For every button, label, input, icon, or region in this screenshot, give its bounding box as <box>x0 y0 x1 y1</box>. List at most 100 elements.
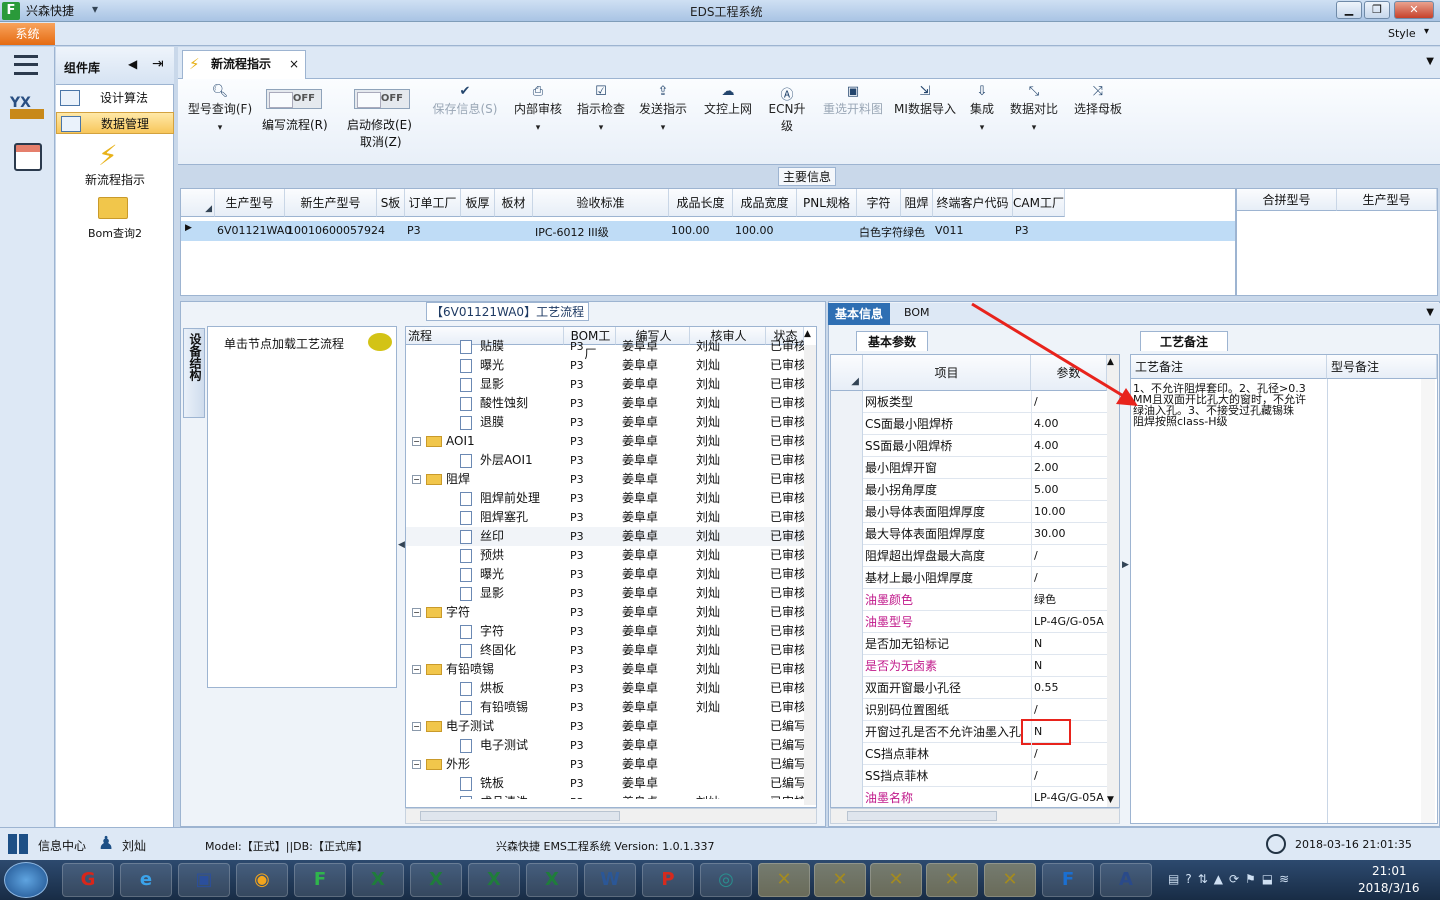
tree-row[interactable]: 烘板 P3 姜阜卓 刘灿 已审核 <box>406 679 804 698</box>
tree-row[interactable]: − 电子测试 P3 姜阜卓 已编写 <box>406 717 804 736</box>
column-header[interactable]: 成品宽度 <box>733 189 797 217</box>
tree-row[interactable]: − 有铅喷锡 P3 姜阜卓 刘灿 已审核 <box>406 660 804 679</box>
param-row[interactable]: 油墨型号 LP-4G/G-05A <box>831 611 1107 633</box>
column-header[interactable]: 终端客户代码 <box>933 189 1013 217</box>
equipment-side-tab[interactable]: 设备结构 <box>183 328 205 418</box>
column-header[interactable]: 阻焊 <box>901 189 933 217</box>
calculator-icon[interactable] <box>14 143 42 171</box>
param-value[interactable]: / <box>1031 567 1107 589</box>
row-selector[interactable] <box>831 479 863 501</box>
param-row[interactable]: 阻焊超出焊盘最大高度 / <box>831 545 1107 567</box>
column-header[interactable]: 新生产型号 <box>285 189 377 217</box>
system-menu-button[interactable]: 系统 <box>0 23 55 45</box>
column-header[interactable]: 订单工厂 <box>405 189 461 217</box>
collapse-icon[interactable]: − <box>412 437 421 446</box>
chevron-down-icon[interactable]: ▾ <box>637 123 689 133</box>
factory-yx-icon[interactable]: YX <box>10 95 44 127</box>
column-header[interactable]: 成品长度 <box>669 189 733 217</box>
app-x-icon[interactable]: ✕ <box>926 863 978 897</box>
hamburger-menu-icon[interactable] <box>14 55 38 75</box>
ie-icon[interactable]: e <box>120 863 172 897</box>
tree-row[interactable]: 有铅喷锡 P3 姜阜卓 刘灿 已审核 <box>406 698 804 717</box>
row-selector[interactable] <box>831 743 863 765</box>
query-button[interactable]: 🔍︎ 型号查询(F) ▾ <box>184 84 256 133</box>
app-f-icon[interactable]: F <box>294 863 346 897</box>
param-value[interactable]: 10.00 <box>1031 501 1107 523</box>
param-value[interactable]: 2.00 <box>1031 457 1107 479</box>
param-row[interactable]: SS面最小阻焊桥 4.00 <box>831 435 1107 457</box>
chevron-down-icon[interactable]: ▾ <box>967 123 997 133</box>
column-header[interactable]: 验收标准 <box>533 189 669 217</box>
tree-row[interactable]: − 外形 P3 姜阜卓 已编写 <box>406 755 804 774</box>
app-x-icon[interactable]: ✕ <box>984 863 1036 897</box>
toolbar-button-shuffle[interactable]: ⤨ 选择母板 <box>1073 84 1123 117</box>
param-row[interactable]: 最大导体表面阻焊厚度 30.00 <box>831 523 1107 545</box>
param-value[interactable]: 0.55 <box>1031 677 1107 699</box>
tree-row[interactable]: 成品清洗 P3 姜阜卓 刘灿 已审核 <box>406 793 804 799</box>
word-icon[interactable]: W <box>584 863 636 897</box>
collapse-icon[interactable]: − <box>412 665 421 674</box>
row-selector[interactable] <box>831 787 863 807</box>
new-flow-icon[interactable]: ⚡ <box>98 139 118 172</box>
tab-close-icon[interactable]: × <box>289 51 299 78</box>
param-row[interactable]: 开窗过孔是否不允许油墨入孔 N <box>831 719 1107 745</box>
param-value[interactable]: LP-4G/G-05A <box>1031 611 1107 633</box>
param-row[interactable]: 是否加无铅标记 N <box>831 633 1107 655</box>
foxmail-icon[interactable]: F <box>1042 863 1094 897</box>
column-header[interactable]: 板厚 <box>461 189 495 217</box>
row-selector[interactable] <box>831 699 863 721</box>
tree-row[interactable]: 丝印 P3 姜阜卓 刘灿 已审核 <box>406 527 804 546</box>
app-x-icon[interactable]: ✕ <box>758 863 810 897</box>
excel-icon[interactable]: X <box>352 863 404 897</box>
toolbar-button-cloud-upload[interactable]: ☁ 文控上网 <box>700 84 756 117</box>
eye-icon[interactable]: ◎ <box>700 863 752 897</box>
tree-scroll-up-icon[interactable]: ▲ <box>804 329 811 339</box>
remarks-vscrollbar[interactable] <box>1421 379 1435 823</box>
column-header[interactable]: CAM工厂 <box>1013 189 1065 217</box>
component-item-data[interactable]: 数据管理 <box>56 112 174 134</box>
toolbar-button-download[interactable]: ⇩ 集成 ▾ <box>967 84 997 133</box>
excel-icon[interactable]: X <box>526 863 578 897</box>
param-value[interactable]: N <box>1031 633 1107 655</box>
row-selector[interactable] <box>831 765 863 787</box>
excel-icon[interactable]: X <box>410 863 462 897</box>
chevron-down-icon[interactable]: ▾ <box>512 123 564 133</box>
maximize-button[interactable]: ❐ <box>1364 1 1390 19</box>
param-row[interactable]: 双面开窗最小孔径 0.55 <box>831 677 1107 699</box>
tray-icons[interactable]: ▤?⇅▲⟳⚑⬓≋ <box>1168 872 1346 890</box>
tree-row[interactable]: 贴膜 P3 姜阜卓 刘灿 已审核 <box>406 337 804 356</box>
row-selector[interactable] <box>831 545 863 567</box>
toolbar-button-ecn[interactable]: Ⓐ ECN升级 <box>763 84 811 134</box>
toolbar-button-check[interactable]: ✔ 保存信息(S) <box>430 84 500 117</box>
toolbar-button-printer[interactable]: ⎙ 内部审核 ▾ <box>512 84 564 133</box>
param-value[interactable]: 30.00 <box>1031 523 1107 545</box>
minimize-button[interactable]: ▁ <box>1336 1 1362 19</box>
chevron-down-icon[interactable]: ▾ <box>575 123 627 133</box>
start-modify-toggle[interactable]: OFF <box>354 89 410 109</box>
tree-row[interactable]: 阻焊塞孔 P3 姜阜卓 刘灿 已审核 <box>406 508 804 527</box>
tree-row[interactable]: 曝光 P3 姜阜卓 刘灿 已审核 <box>406 565 804 584</box>
param-value[interactable]: LP-4G/G-05A <box>1031 787 1107 807</box>
param-value[interactable]: / <box>1031 743 1107 765</box>
param-value[interactable]: / <box>1031 699 1107 721</box>
params-hscrollbar[interactable] <box>830 808 1120 824</box>
tree-row[interactable]: 终固化 P3 姜阜卓 刘灿 已审核 <box>406 641 804 660</box>
tree-row[interactable]: 字符 P3 姜阜卓 刘灿 已审核 <box>406 622 804 641</box>
tree-row[interactable]: 曝光 P3 姜阜卓 刘灿 已审核 <box>406 356 804 375</box>
tab-basic-info[interactable]: 基本信息 <box>828 303 890 325</box>
tree-row[interactable]: 电子测试 P3 姜阜卓 已编写 <box>406 736 804 755</box>
param-value[interactable]: 5.00 <box>1031 479 1107 501</box>
tree-row[interactable]: 显影 P3 姜阜卓 刘灿 已审核 <box>406 375 804 394</box>
param-value[interactable]: 绿色 <box>1031 589 1107 611</box>
column-header[interactable]: 板材 <box>495 189 533 217</box>
row-selector[interactable] <box>831 567 863 589</box>
param-row[interactable]: 最小阻焊开窗 2.00 <box>831 457 1107 479</box>
shell-icon[interactable]: ◉ <box>236 863 288 897</box>
write-flow-toggle[interactable]: OFF <box>266 89 322 109</box>
app-x-icon[interactable]: ✕ <box>814 863 866 897</box>
chevron-down-icon[interactable]: ▾ <box>1009 123 1059 133</box>
row-selector[interactable] <box>831 611 863 633</box>
row-selector[interactable] <box>831 457 863 479</box>
row-selector[interactable] <box>831 589 863 611</box>
row-selector[interactable] <box>831 721 863 743</box>
